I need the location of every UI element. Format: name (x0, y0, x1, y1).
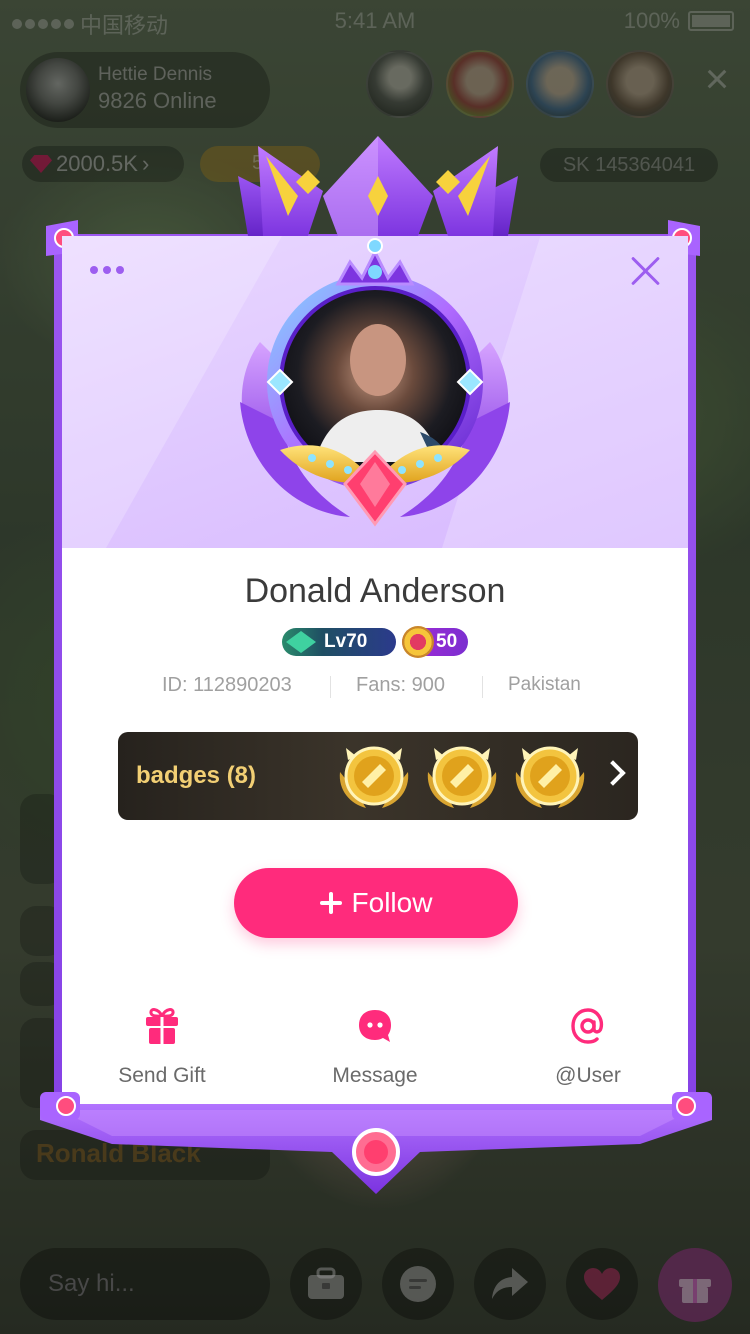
level-label: Lv70 (324, 631, 368, 652)
divider (330, 676, 331, 698)
more-options-icon[interactable] (90, 266, 124, 274)
badge-medal-icon (339, 746, 409, 808)
message-icon (359, 1010, 391, 1042)
rank-badge: 50 (402, 626, 468, 658)
rank-label: 50 (436, 631, 458, 652)
close-dialog-icon[interactable] (628, 254, 662, 288)
profile-meta-row: ID: 112890203 Fans: 900 Pakistan (62, 674, 688, 700)
level-badge: Lv70 (282, 628, 396, 656)
avatar-frame-decoration (240, 238, 510, 527)
plus-icon (319, 892, 342, 914)
at-icon (571, 1008, 604, 1044)
gift-icon (146, 1008, 178, 1044)
message-action[interactable]: Message (295, 1006, 455, 1094)
action-label: Send Gift (118, 1064, 206, 1087)
follow-button[interactable]: Follow (234, 868, 518, 938)
badge-medal-icon (515, 746, 585, 808)
action-label: Message (332, 1064, 418, 1087)
badges-label: badges (8) (136, 762, 257, 789)
divider (482, 676, 483, 698)
mention-user-action[interactable]: @User (508, 1006, 668, 1094)
badges-bar[interactable]: badges (8) (118, 732, 638, 820)
profile-username: Donald Anderson (244, 572, 506, 610)
send-gift-action[interactable]: Send Gift (82, 1006, 242, 1094)
frame-bottom-decoration (40, 1092, 712, 1194)
follow-label: Follow (351, 887, 433, 918)
chevron-right-icon (600, 760, 626, 786)
action-label: @User (555, 1064, 621, 1087)
crown-decoration (238, 136, 518, 236)
badge-medal-icon (427, 746, 497, 808)
user-id: ID: 112890203 (162, 674, 292, 696)
fans-count: Fans: 900 (356, 674, 445, 696)
user-country: Pakistan (508, 674, 581, 695)
